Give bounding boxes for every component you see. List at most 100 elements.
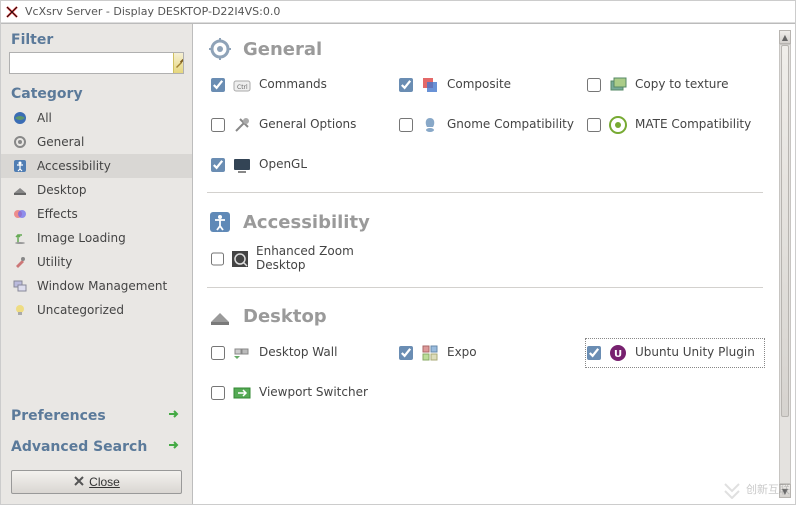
plugin-enhanced-zoom-desktop[interactable]: Enhanced Zoom Desktop <box>211 245 387 273</box>
globe-icon <box>11 109 29 127</box>
expo-icon <box>419 342 441 364</box>
arrow-right-icon <box>166 437 182 456</box>
utility-icon <box>11 253 29 271</box>
window-title: VcXsrv Server - Display DESKTOP-D22I4VS:… <box>25 5 280 18</box>
main-panel: General CtrlCommands Composite Copy to t… <box>193 24 795 504</box>
sidebar-item-label: Desktop <box>37 183 87 197</box>
plugin-checkbox[interactable] <box>211 386 225 400</box>
sidebar-item-label: Image Loading <box>37 231 126 245</box>
plugin-composite[interactable]: Composite <box>399 72 575 98</box>
plugin-label: Enhanced Zoom Desktop <box>256 245 387 273</box>
broom-icon <box>174 57 184 69</box>
category-heading: Category <box>1 80 192 104</box>
plugin-copy-to-texture[interactable]: Copy to texture <box>587 72 763 98</box>
vertical-scrollbar[interactable]: ▲ ▼ <box>779 30 791 498</box>
plugin-checkbox[interactable] <box>211 78 225 92</box>
plugin-gnome-compatibility[interactable]: Gnome Compatibility <box>399 112 575 138</box>
sidebar-item-general[interactable]: General <box>1 130 192 154</box>
divider <box>207 192 763 193</box>
plugin-checkbox[interactable] <box>211 118 225 132</box>
plugin-mate-compatibility[interactable]: MATE Compatibility <box>587 112 763 138</box>
sidebar: Filter Category All General <box>1 24 193 504</box>
sidebar-item-all[interactable]: All <box>1 106 192 130</box>
close-button[interactable]: Close <box>11 470 182 494</box>
bulb-icon <box>11 301 29 319</box>
commands-icon: Ctrl <box>231 74 253 96</box>
titlebar: VcXsrv Server - Display DESKTOP-D22I4VS:… <box>1 1 795 23</box>
close-icon <box>73 475 85 490</box>
category-list: All General Accessibility Desktop Effect… <box>1 104 192 324</box>
sidebar-item-window-management[interactable]: Window Management <box>1 274 192 298</box>
filter-box <box>9 52 184 74</box>
zoom-icon <box>230 248 250 270</box>
section-desktop: Desktop Desktop Wall Expo U Ubuntu Unity … <box>207 300 763 406</box>
plugin-expo[interactable]: Expo <box>399 340 575 366</box>
sidebar-item-image-loading[interactable]: Image Loading <box>1 226 192 250</box>
mate-icon <box>607 114 629 136</box>
sidebar-item-label: All <box>37 111 52 125</box>
arrow-right-icon <box>166 406 182 425</box>
filter-input[interactable] <box>10 53 173 73</box>
viewport-icon <box>231 382 253 404</box>
plugin-checkbox[interactable] <box>587 118 601 132</box>
section-title: Desktop <box>243 306 327 327</box>
svg-text:U: U <box>614 349 622 360</box>
wall-icon <box>231 342 253 364</box>
plugin-checkbox[interactable] <box>399 346 413 360</box>
gear-icon <box>207 36 233 62</box>
filter-heading: Filter <box>1 24 192 50</box>
preferences-label: Preferences <box>11 408 106 424</box>
sidebar-item-desktop[interactable]: Desktop <box>1 178 192 202</box>
advanced-search-link[interactable]: Advanced Search <box>1 431 192 462</box>
app-icon <box>5 5 19 19</box>
plugin-desktop-wall[interactable]: Desktop Wall <box>211 340 387 366</box>
scroll-up-button[interactable]: ▲ <box>779 30 791 44</box>
sidebar-item-label: General <box>37 135 84 149</box>
sidebar-item-effects[interactable]: Effects <box>1 202 192 226</box>
plugin-label: Composite <box>447 78 511 92</box>
advanced-search-label: Advanced Search <box>11 439 147 455</box>
plugin-checkbox[interactable] <box>211 346 225 360</box>
desktop-icon <box>11 181 29 199</box>
scrollbar-thumb[interactable] <box>781 45 789 417</box>
close-button-label: Close <box>89 475 120 489</box>
plugin-label: OpenGL <box>259 158 307 172</box>
unity-icon: U <box>607 342 629 364</box>
plugin-label: Ubuntu Unity Plugin <box>635 346 755 360</box>
sidebar-item-label: Uncategorized <box>37 303 124 317</box>
filter-clear-button[interactable] <box>173 53 184 73</box>
accessibility-icon <box>207 209 233 235</box>
plugin-ubuntu-unity-plugin[interactable]: U Ubuntu Unity Plugin <box>587 340 763 366</box>
plugin-label: MATE Compatibility <box>635 118 751 132</box>
image-icon <box>11 229 29 247</box>
plugin-label: Desktop Wall <box>259 346 337 360</box>
accessibility-icon <box>11 157 29 175</box>
plugin-general-options[interactable]: General Options <box>211 112 387 138</box>
plugin-checkbox[interactable] <box>399 118 413 132</box>
plugin-label: General Options <box>259 118 356 132</box>
windows-icon <box>11 277 29 295</box>
effects-icon <box>11 205 29 223</box>
scrollbar-track[interactable] <box>779 44 791 484</box>
plugin-commands[interactable]: Ctrl Commands <box>211 72 387 98</box>
plugin-checkbox[interactable] <box>211 252 224 266</box>
copytex-icon <box>607 74 629 96</box>
desktop-icon <box>207 304 233 330</box>
plugin-opengl[interactable]: OpenGL <box>211 152 387 178</box>
plugin-checkbox[interactable] <box>587 78 601 92</box>
sidebar-item-label: Window Management <box>37 279 167 293</box>
plugin-checkbox[interactable] <box>399 78 413 92</box>
plugin-label: Commands <box>259 78 327 92</box>
sidebar-item-label: Effects <box>37 207 78 221</box>
plugin-checkbox[interactable] <box>211 158 225 172</box>
sidebar-item-accessibility[interactable]: Accessibility <box>1 154 192 178</box>
sidebar-item-utility[interactable]: Utility <box>1 250 192 274</box>
preferences-link[interactable]: Preferences <box>1 400 192 431</box>
plugin-label: Expo <box>447 346 477 360</box>
scroll-down-button[interactable]: ▼ <box>779 484 791 498</box>
sidebar-item-uncategorized[interactable]: Uncategorized <box>1 298 192 322</box>
plugin-viewport-switcher[interactable]: Viewport Switcher <box>211 380 387 406</box>
plugin-checkbox[interactable] <box>587 346 601 360</box>
plugin-label: Copy to texture <box>635 78 728 92</box>
section-accessibility: Accessibility Enhanced Zoom Desktop <box>207 205 763 273</box>
